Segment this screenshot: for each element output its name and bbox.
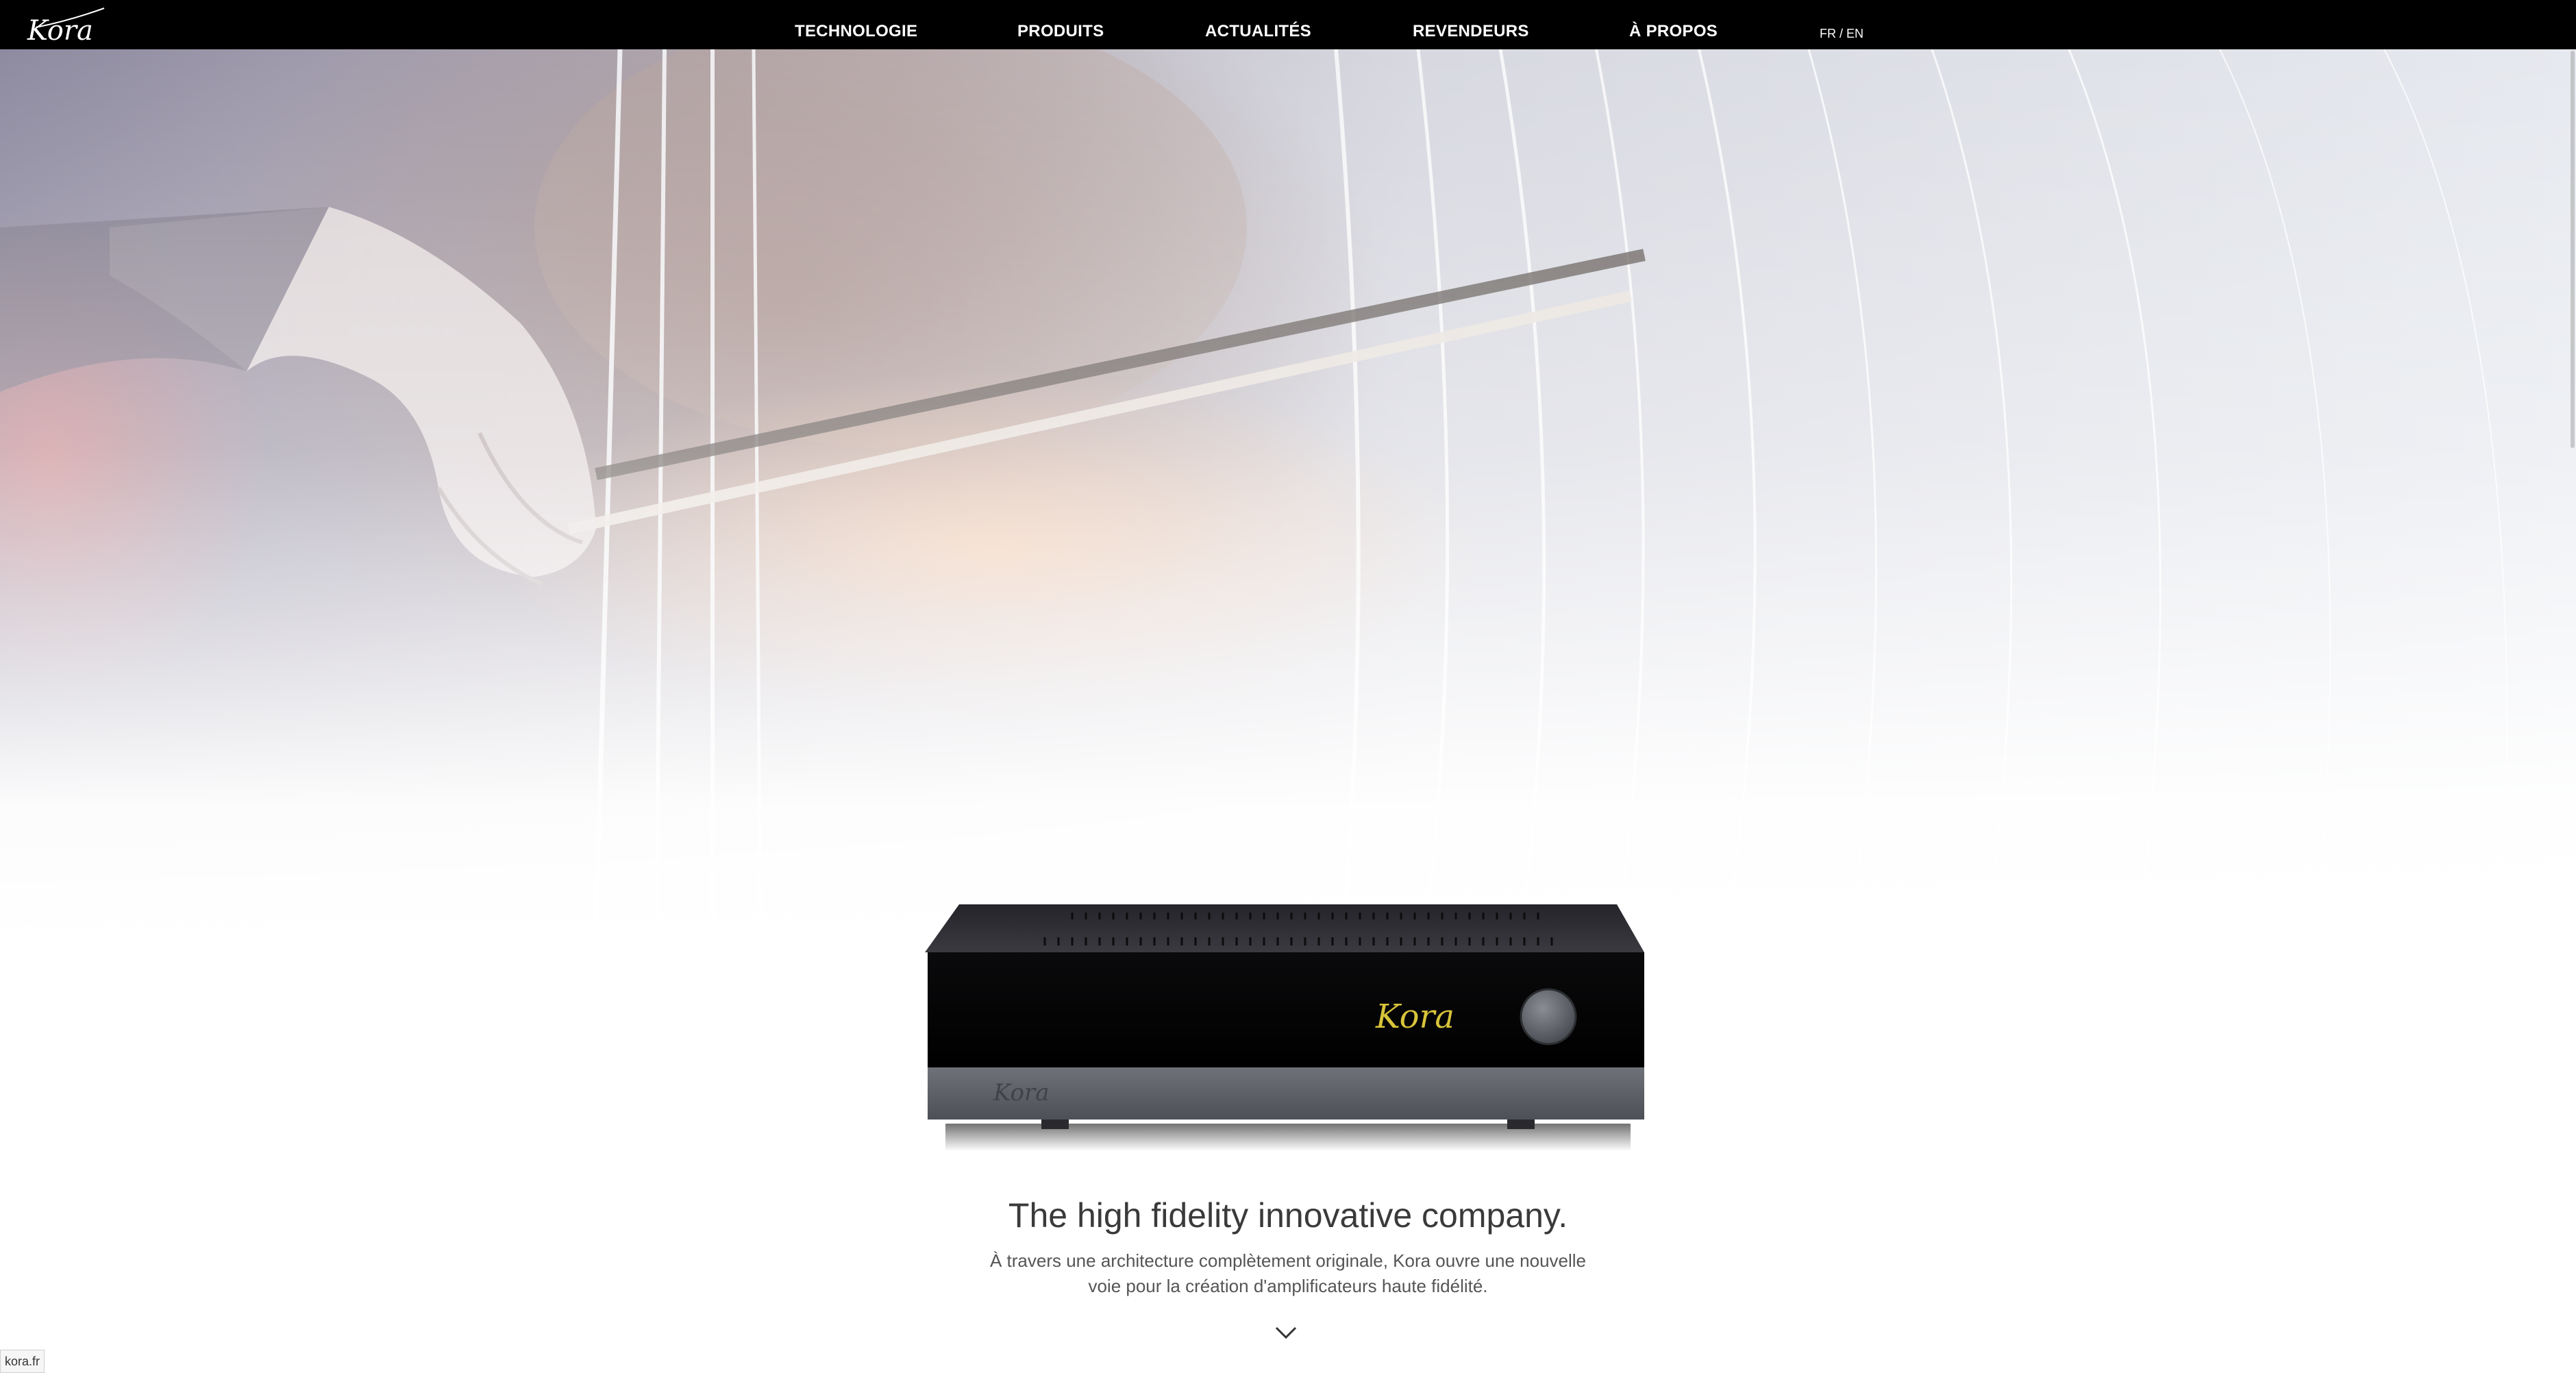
logo-text: Kora — [27, 15, 93, 45]
status-bar-url: kora.fr — [0, 1350, 45, 1373]
nav-item-produits[interactable]: PRODUITS — [1017, 22, 1104, 41]
nav-item-a-propos[interactable]: À PROPOS — [1629, 22, 1718, 41]
chevron-down-icon[interactable] — [1274, 1325, 1298, 1340]
lang-fr-link[interactable]: FR — [1820, 27, 1836, 40]
language-switcher: FR / EN — [1820, 26, 1863, 41]
product-base-logo: Kora — [993, 1079, 1049, 1106]
product-amplifier-image: Kora Kora — [918, 891, 1658, 1151]
product-front-logo: Kora — [1375, 998, 1454, 1036]
lang-en-link[interactable]: EN — [1846, 27, 1863, 40]
lang-separator: / — [1836, 27, 1847, 40]
nav-item-technologie[interactable]: TECHNOLOGIE — [795, 22, 917, 41]
scrollbar-thumb[interactable] — [2571, 51, 2575, 448]
hero-banner — [0, 49, 2576, 940]
hero-background-image — [0, 49, 2576, 940]
kora-logo-icon[interactable]: Kora — [23, 4, 112, 47]
top-navbar: Kora TECHNOLOGIE PRODUITS ACTUALITÉS REV… — [0, 0, 2576, 49]
nav-item-revendeurs[interactable]: REVENDEURS — [1413, 22, 1529, 41]
intro-paragraph: À travers une architecture complètement … — [989, 1250, 1587, 1296]
page-headline: The high fidelity innovative company. — [1008, 1196, 1568, 1235]
nav-item-actualites[interactable]: ACTUALITÉS — [1205, 22, 1311, 41]
